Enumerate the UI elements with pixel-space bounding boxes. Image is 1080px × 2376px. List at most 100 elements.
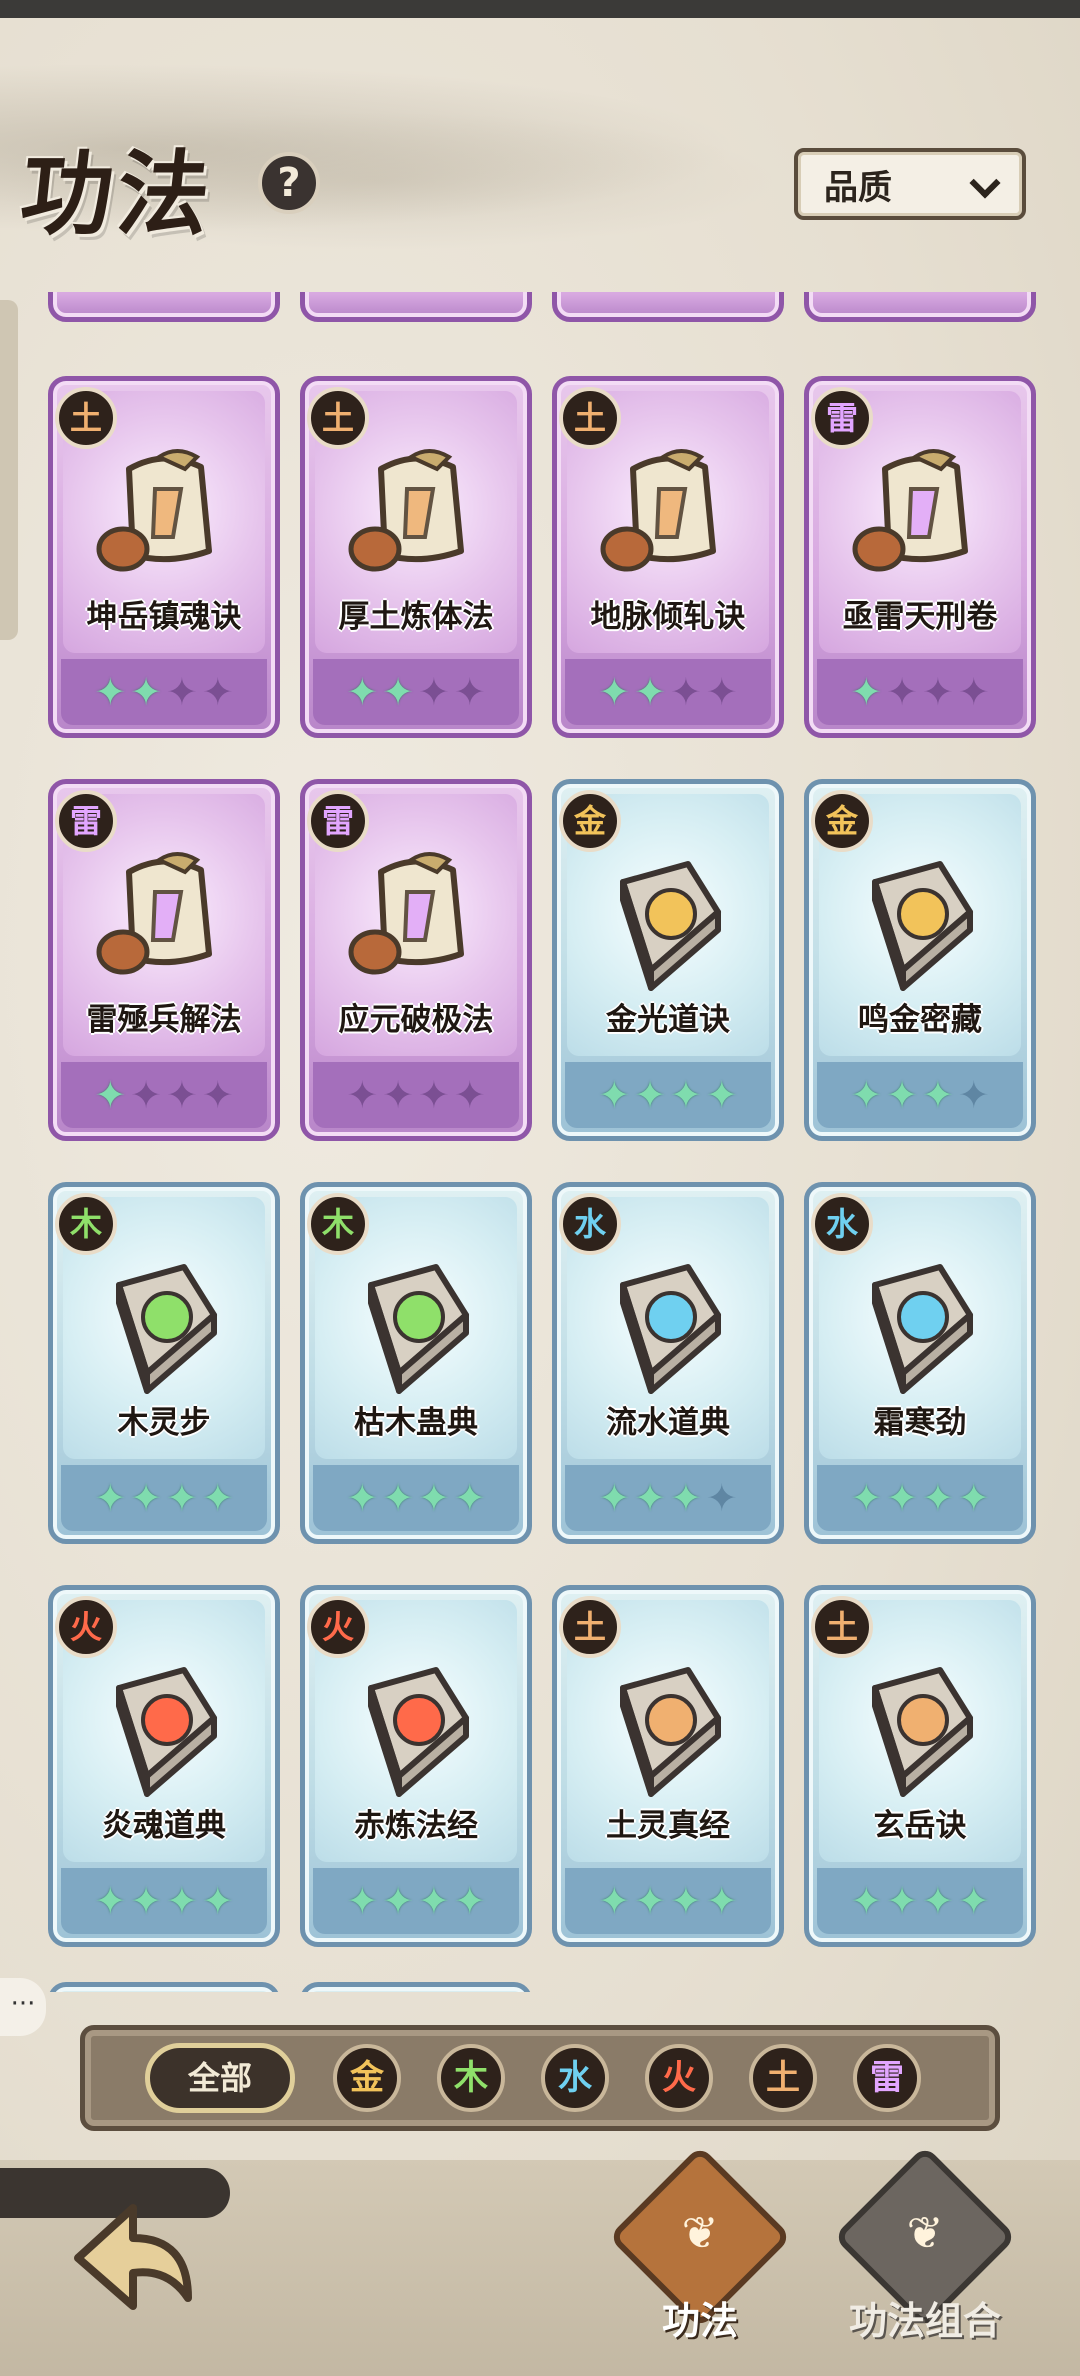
star-rating: ✦ ✦ ✦ ✦ [61,1062,267,1128]
star-icon: ✦ [922,1879,954,1923]
technique-card[interactable]: 雷亟雷天刑卷 ✦ ✦ ✦ ✦ [804,376,1036,738]
star-icon: ✦ [418,1073,450,1117]
star-icon: ✦ [453,670,486,714]
sort-dropdown[interactable]: 品质 [794,148,1026,220]
star-icon: ✦ [346,1476,379,1520]
partial-card[interactable] [300,1982,532,1992]
star-icon: ✦ [957,1073,990,1117]
filter-gold-button[interactable]: 金 [333,2044,401,2112]
element-badge-thunder: 雷 [307,790,369,852]
technique-name: 鸣金密藏 [858,1002,982,1038]
star-icon: ✦ [166,670,198,714]
book-fireball-icon [89,1648,239,1798]
technique-card[interactable]: 土地脉倾轧诀 ✦ ✦ ✦ ✦ [552,376,784,738]
technique-card[interactable]: 土玄岳诀 ✦ ✦ ✦ ✦ [804,1585,1036,1947]
chat-bubble-icon[interactable]: ··· [0,1978,46,2036]
tab-technique-combo[interactable]: ❦ 功法组合 [815,2145,1035,2376]
star-icon: ✦ [130,1476,162,1520]
star-icon: ✦ [346,1879,379,1923]
star-icon: ✦ [886,1073,918,1117]
technique-card[interactable]: 土坤岳镇魂诀 ✦ ✦ ✦ ✦ [48,376,280,738]
technique-name: 枯木蛊典 [354,1405,478,1441]
element-filter-bar: 全部 金 木 水 火 土 雷 [80,2025,1000,2131]
tab-technique[interactable]: ❦ 功法 [590,2145,810,2376]
filter-earth-button[interactable]: 土 [749,2044,817,2112]
star-icon: ✦ [886,670,918,714]
technique-card[interactable]: 雷应元破极法 ✦ ✦ ✦ ✦ [300,779,532,1141]
technique-card[interactable]: 水霜寒劲 ✦ ✦ ✦ ✦ [804,1182,1036,1544]
element-badge-wood: 木 [307,1193,369,1255]
filter-thunder-button[interactable]: 雷 [853,2044,921,2112]
star-icon: ✦ [130,670,162,714]
star-icon: ✦ [453,1073,486,1117]
page: 功法 ? 品质 土坤岳镇魂诀 ✦ ✦ ✦ ✦ 土厚土炼体法 ✦ ✦ ✦ ✦ 土地脉倾轧诀 ✦ ✦ ✦ ✦… [0,0,1080,2376]
star-icon: ✦ [94,1879,127,1923]
star-icon: ✦ [670,1879,702,1923]
star-icon: ✦ [634,1073,666,1117]
book-leaf-icon [89,1245,239,1395]
technique-name: 雷殛兵解法 [86,1002,242,1038]
star-icon: ✦ [418,1476,450,1520]
question-mark-icon[interactable]: ? [258,152,320,214]
partial-card[interactable] [48,1982,280,1992]
filter-water-button[interactable]: 水 [541,2044,609,2112]
technique-name: 木灵步 [117,1405,211,1441]
technique-card[interactable]: 火赤炼法经 ✦ ✦ ✦ ✦ [300,1585,532,1947]
star-icon: ✦ [130,1073,162,1117]
technique-grid: 土坤岳镇魂诀 ✦ ✦ ✦ ✦ 土厚土炼体法 ✦ ✦ ✦ ✦ 土地脉倾轧诀 ✦ ✦ ✦ ✦ 雷亟雷天刑卷 ✦… [0,292,1080,1992]
star-icon: ✦ [670,670,702,714]
star-icon: ✦ [957,1476,990,1520]
star-rating: ✦ ✦ ✦ ✦ [565,1868,771,1934]
technique-card[interactable]: 火炎魂道典 ✦ ✦ ✦ ✦ [48,1585,280,1947]
element-badge-fire: 火 [55,1596,117,1658]
element-badge-water: 水 [811,1193,873,1255]
technique-card[interactable]: 水流水道典 ✦ ✦ ✦ ✦ [552,1182,784,1544]
scroll-spirit-icon [341,842,491,992]
star-rating: ✦ ✦ ✦ ✦ [565,659,771,725]
technique-name: 赤炼法经 [354,1808,478,1844]
technique-card[interactable]: 金鸣金密藏 ✦ ✦ ✦ ✦ [804,779,1036,1141]
filter-fire-button[interactable]: 火 [645,2044,713,2112]
star-icon: ✦ [850,1476,883,1520]
star-icon: ✦ [598,1073,631,1117]
technique-name: 厚土炼体法 [338,599,494,635]
book-gold-burst-icon [593,842,743,992]
technique-name: 应元破极法 [338,1002,494,1038]
star-rating: ✦ ✦ ✦ ✦ [565,1062,771,1128]
partial-card[interactable] [48,292,280,322]
star-rating: ✦ ✦ ✦ ✦ [817,1465,1023,1531]
technique-card[interactable]: 木枯木蛊典 ✦ ✦ ✦ ✦ [300,1182,532,1544]
filter-all-button[interactable]: 全部 [145,2043,295,2113]
star-icon: ✦ [886,1476,918,1520]
star-icon: ✦ [634,670,666,714]
star-icon: ✦ [705,670,738,714]
element-badge-gold: 金 [559,790,621,852]
star-rating: ✦ ✦ ✦ ✦ [817,1062,1023,1128]
element-badge-thunder: 雷 [811,387,873,449]
element-badge-water: 水 [559,1193,621,1255]
star-rating: ✦ ✦ ✦ ✦ [817,659,1023,725]
technique-card[interactable]: 雷雷殛兵解法 ✦ ✦ ✦ ✦ [48,779,280,1141]
technique-name: 炎魂道典 [102,1808,226,1844]
partial-card[interactable] [552,292,784,322]
element-badge-earth: 土 [559,387,621,449]
technique-card[interactable]: 木木灵步 ✦ ✦ ✦ ✦ [48,1182,280,1544]
star-rating: ✦ ✦ ✦ ✦ [313,1465,519,1531]
element-badge-gold: 金 [811,790,873,852]
filter-wood-button[interactable]: 木 [437,2044,505,2112]
star-icon: ✦ [418,670,450,714]
technique-name: 亟雷天刑卷 [842,599,998,635]
star-icon: ✦ [957,1879,990,1923]
partial-card[interactable] [804,292,1036,322]
book-poison-icon [341,1245,491,1395]
technique-card[interactable]: 土土灵真经 ✦ ✦ ✦ ✦ [552,1585,784,1947]
technique-card[interactable]: 金金光道诀 ✦ ✦ ✦ ✦ [552,779,784,1141]
star-icon: ✦ [382,670,414,714]
page-title: 功法 [15,140,219,248]
star-rating: ✦ ✦ ✦ ✦ [565,1465,771,1531]
star-icon: ✦ [166,1073,198,1117]
partial-card[interactable] [300,292,532,322]
back-arrow-icon[interactable] [58,2188,208,2338]
technique-card[interactable]: 土厚土炼体法 ✦ ✦ ✦ ✦ [300,376,532,738]
technique-name: 金光道诀 [606,1002,730,1038]
